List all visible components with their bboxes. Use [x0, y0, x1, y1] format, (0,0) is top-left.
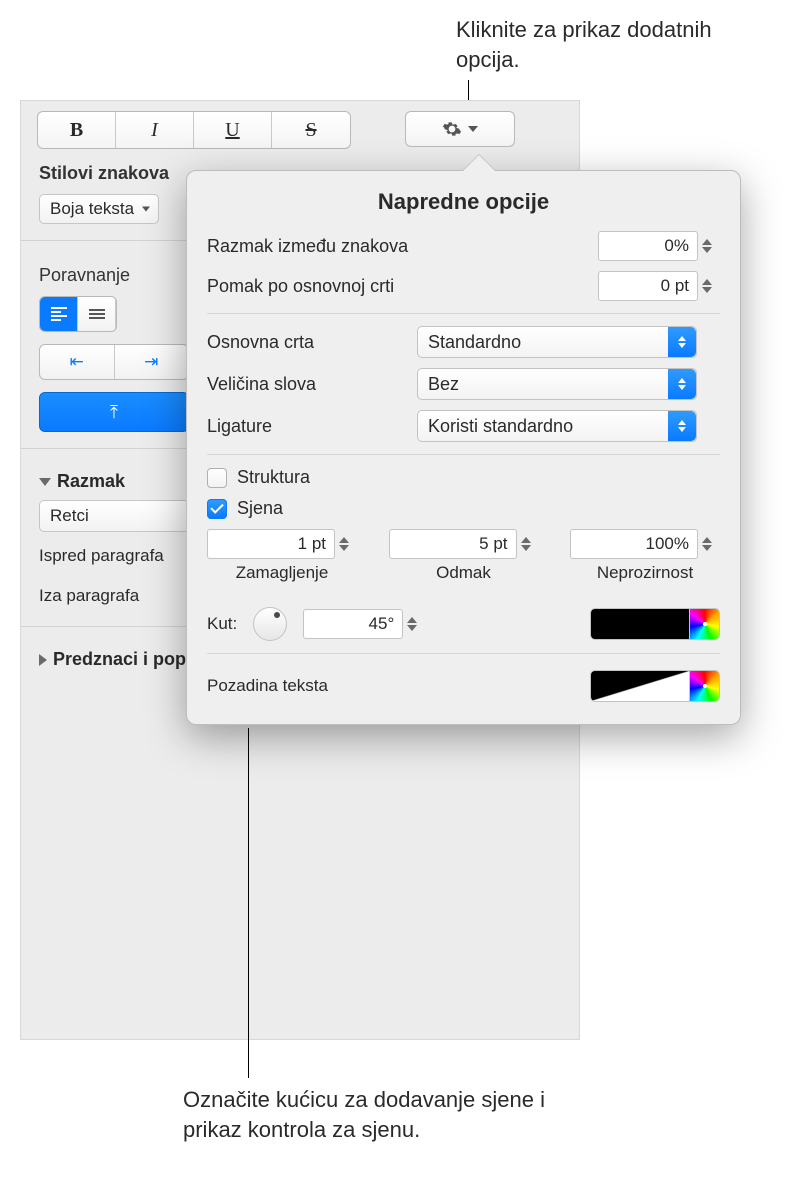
outline-checkbox-label: Struktura [237, 467, 310, 488]
character-spacing-input[interactable]: 0% [598, 231, 698, 261]
select-arrows-icon [668, 327, 696, 357]
shadow-blur-input[interactable]: 1 pt [207, 529, 335, 559]
align-left-icon [51, 307, 67, 321]
align-center-icon [89, 309, 105, 319]
text-color-select-label: Boja teksta [50, 199, 134, 218]
advanced-options-button[interactable] [405, 111, 515, 147]
advanced-options-popover: Napredne opcije Razmak između znakova 0%… [186, 170, 741, 725]
text-color-select[interactable]: Boja teksta [39, 194, 159, 224]
shadow-blur-label: Zamagljenje [236, 563, 329, 583]
shadow-checkbox-label: Sjena [237, 498, 283, 519]
divider [207, 653, 720, 654]
capitalization-select-value: Bez [428, 374, 459, 395]
bullets-label: Predznaci i popisi [53, 649, 206, 670]
divider [207, 454, 720, 455]
chevron-down-icon [468, 126, 478, 132]
text-background-swatch [591, 671, 689, 701]
select-arrows-icon [668, 369, 696, 399]
shadow-color-swatch [591, 609, 689, 639]
strikethrough-button[interactable]: S [272, 112, 350, 148]
style-button-group: B I U S [37, 111, 351, 149]
character-spacing-stepper[interactable] [702, 231, 720, 261]
outdent-button[interactable]: ⇤ [40, 345, 115, 379]
shadow-checkbox[interactable] [207, 499, 227, 519]
baseline-select-value: Standardno [428, 332, 521, 353]
ligatures-label: Ligature [207, 416, 407, 437]
gear-icon [442, 119, 462, 139]
outdent-icon: ⇤ [70, 352, 84, 372]
color-picker-icon[interactable] [689, 671, 719, 701]
italic-button[interactable]: I [116, 112, 194, 148]
spacing-label: Razmak [57, 471, 125, 492]
shadow-angle-input[interactable]: 45° [303, 609, 403, 639]
color-picker-icon[interactable] [689, 609, 719, 639]
baseline-label: Osnovna crta [207, 332, 407, 353]
indent-button[interactable]: ⇥ [115, 345, 189, 379]
outline-checkbox[interactable] [207, 468, 227, 488]
callout-top-text: Kliknite za prikaz dodatnih opcija. [456, 15, 756, 74]
ligatures-select-value: Koristi standardno [428, 416, 573, 437]
text-background-label: Pozadina teksta [207, 676, 328, 696]
text-background-color-well[interactable] [590, 670, 720, 702]
triangle-right-icon [39, 654, 47, 666]
alignment-segmented-control [39, 296, 117, 332]
align-left-button[interactable] [40, 297, 78, 331]
shadow-color-well[interactable] [590, 608, 720, 640]
baseline-shift-stepper[interactable] [702, 271, 720, 301]
ligatures-select[interactable]: Koristi standardno [417, 410, 697, 442]
shadow-offset-label: Odmak [436, 563, 491, 583]
shadow-angle-label: Kut: [207, 614, 237, 634]
popover-title: Napredne opcije [207, 189, 720, 215]
vertical-align-top-icon: ⤒ [110, 402, 118, 423]
shadow-angle-dial[interactable] [253, 607, 287, 641]
divider [207, 313, 720, 314]
triangle-down-icon [39, 478, 51, 486]
shadow-blur-stepper[interactable] [339, 529, 357, 559]
shadow-opacity-stepper[interactable] [702, 529, 720, 559]
baseline-shift-input[interactable]: 0 pt [598, 271, 698, 301]
character-spacing-label: Razmak između znakova [207, 236, 588, 257]
indent-segmented-control: ⇤ ⇥ [39, 344, 189, 380]
vertical-align-button[interactable]: ⤒ [39, 392, 189, 432]
shadow-offset-stepper[interactable] [521, 529, 539, 559]
baseline-shift-label: Pomak po osnovnoj crti [207, 276, 588, 297]
indent-icon: ⇥ [144, 352, 158, 372]
capitalization-label: Veličina slova [207, 374, 407, 395]
shadow-offset-input[interactable]: 5 pt [389, 529, 517, 559]
baseline-select[interactable]: Standardno [417, 326, 697, 358]
select-arrows-icon [668, 411, 696, 441]
lines-select-label: Retci [50, 506, 89, 525]
shadow-opacity-label: Neprozirnost [597, 563, 693, 583]
callout-line-bottom [248, 728, 249, 1078]
text-style-toolbar: B I U S [21, 101, 579, 149]
shadow-opacity-input[interactable]: 100% [570, 529, 698, 559]
callout-bottom-text: Označite kućicu za dodavanje sjene i pri… [183, 1085, 583, 1144]
shadow-angle-stepper[interactable] [407, 609, 425, 639]
bold-button[interactable]: B [38, 112, 116, 148]
underline-button[interactable]: U [194, 112, 272, 148]
lines-select[interactable]: Retci [39, 500, 189, 532]
capitalization-select[interactable]: Bez [417, 368, 697, 400]
align-center-button[interactable] [78, 297, 116, 331]
